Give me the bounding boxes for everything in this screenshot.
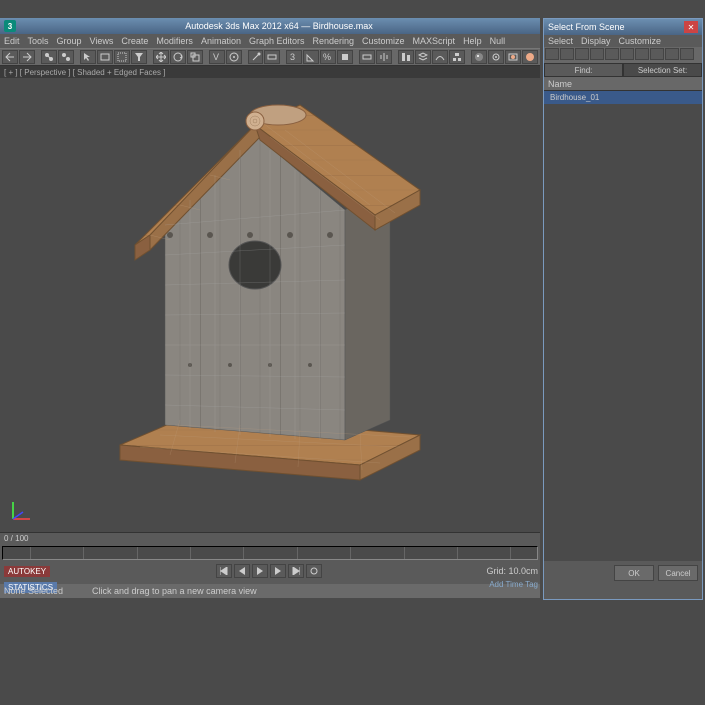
panel-menu-select[interactable]: Select [548,36,573,46]
goto-end-button[interactable] [288,564,304,578]
align-button[interactable] [398,50,414,64]
filter-light-icon[interactable] [575,48,589,60]
grid-label: Grid: 10.0cm [486,566,538,576]
scale-button[interactable] [187,50,203,64]
filter-xref-icon[interactable] [665,48,679,60]
list-item[interactable]: Birdhouse_01 [544,91,702,104]
filter-button[interactable] [131,50,147,64]
filter-helper-icon[interactable] [605,48,619,60]
panel-buttons: OK Cancel [544,561,702,585]
main-toolbar: V 3 % [0,48,540,66]
schematic-button[interactable] [449,50,465,64]
goto-start-button[interactable] [216,564,232,578]
menu-tools[interactable]: Tools [28,36,49,46]
filter-camera-icon[interactable] [590,48,604,60]
menubar: Edit Tools Group Views Create Modifiers … [0,34,540,48]
panel-titlebar: Select From Scene ✕ [544,19,702,35]
select-name-button[interactable] [97,50,113,64]
app-icon: 3 [4,20,16,32]
panel-menu-display[interactable]: Display [581,36,611,46]
render-button[interactable] [522,50,538,64]
playback-controls [214,562,324,580]
next-frame-button[interactable] [270,564,286,578]
time-slider[interactable] [2,546,538,560]
percent-snap-button[interactable]: % [320,50,336,64]
filter-bone-icon[interactable] [635,48,649,60]
rotate-button[interactable] [170,50,186,64]
viewport[interactable] [0,78,540,532]
select-button[interactable] [80,50,96,64]
svg-text:3: 3 [290,52,295,62]
menu-modifiers[interactable]: Modifiers [156,36,193,46]
timeline: 0 / 100 AUTOKEY Grid: 10.0cm [0,532,540,584]
prev-frame-button[interactable] [234,564,250,578]
menu-create[interactable]: Create [121,36,148,46]
move-button[interactable] [153,50,169,64]
add-time-tag[interactable]: Add Time Tag [489,580,538,595]
panel-tabs: Find: Selection Set: [544,63,702,77]
angle-snap-button[interactable] [303,50,319,64]
keyboard-button[interactable] [264,50,280,64]
curve-editor-button[interactable] [432,50,448,64]
menu-maxscript[interactable]: MAXScript [413,36,456,46]
filter-group-icon[interactable] [650,48,664,60]
menu-animation[interactable]: Animation [201,36,241,46]
main-window: 3 Autodesk 3ds Max 2012 x64 — Birdhouse.… [0,18,540,600]
named-sel-button[interactable] [359,50,375,64]
filter-space-icon[interactable] [620,48,634,60]
selection-status: None Selected [4,586,84,596]
spinner-snap-button[interactable] [337,50,353,64]
manipulate-button[interactable] [248,50,264,64]
cancel-button[interactable]: Cancel [658,565,698,581]
svg-text:V: V [213,52,219,62]
menu-help[interactable]: Help [463,36,482,46]
menu-group[interactable]: Group [57,36,82,46]
viewport-label[interactable]: [ + ] [ Perspective ] [ Shaded + Edged F… [0,66,540,78]
list-header-name[interactable]: Name [544,77,702,91]
menu-rendering[interactable]: Rendering [313,36,355,46]
menu-views[interactable]: Views [90,36,114,46]
redo-button[interactable] [19,50,35,64]
pivot-button[interactable] [226,50,242,64]
titlebar: 3 Autodesk 3ds Max 2012 x64 — Birdhouse.… [0,18,540,34]
unlink-button[interactable] [58,50,74,64]
link-button[interactable] [41,50,57,64]
close-button[interactable]: ✕ [684,21,698,33]
scene-object-list[interactable]: Birdhouse_01 [544,91,702,561]
status-bar: None Selected Click and drag to pan a ne… [0,584,540,598]
menu-edit[interactable]: Edit [4,36,20,46]
menu-null[interactable]: Null [490,36,506,46]
panel-menu-customize[interactable]: Customize [619,36,662,46]
frame-counter: 0 / 100 [4,534,28,543]
refcoord-button[interactable]: V [209,50,225,64]
undo-button[interactable] [2,50,18,64]
layers-button[interactable] [415,50,431,64]
menu-grapheditors[interactable]: Graph Editors [249,36,305,46]
tab-find[interactable]: Find: [544,63,623,77]
panel-title: Select From Scene [548,22,625,32]
key-mode-button[interactable] [306,564,322,578]
render-frame-button[interactable] [505,50,521,64]
mirror-button[interactable] [376,50,392,64]
select-from-scene-panel: Select From Scene ✕ Select Display Custo… [543,18,703,600]
autokey-tag[interactable]: AUTOKEY [4,566,50,577]
menu-customize[interactable]: Customize [362,36,405,46]
select-region-button[interactable] [114,50,130,64]
render-setup-button[interactable] [488,50,504,64]
filter-geom-icon[interactable] [545,48,559,60]
filter-shape-icon[interactable] [560,48,574,60]
svg-text:%: % [323,52,331,62]
status-prompt: Click and drag to pan a new camera view [92,586,257,596]
panel-menubar: Select Display Customize [544,35,702,47]
material-editor-button[interactable] [471,50,487,64]
panel-toolbar [544,47,702,63]
window-title: Autodesk 3ds Max 2012 x64 — Birdhouse.ma… [22,21,536,31]
play-button[interactable] [252,564,268,578]
tab-selection-set[interactable]: Selection Set: [623,63,702,77]
ok-button[interactable]: OK [614,565,654,581]
snap-button[interactable]: 3 [286,50,302,64]
filter-frozen-icon[interactable] [680,48,694,60]
birdhouse-model [80,85,460,485]
axis-gizmo-icon [8,494,38,524]
